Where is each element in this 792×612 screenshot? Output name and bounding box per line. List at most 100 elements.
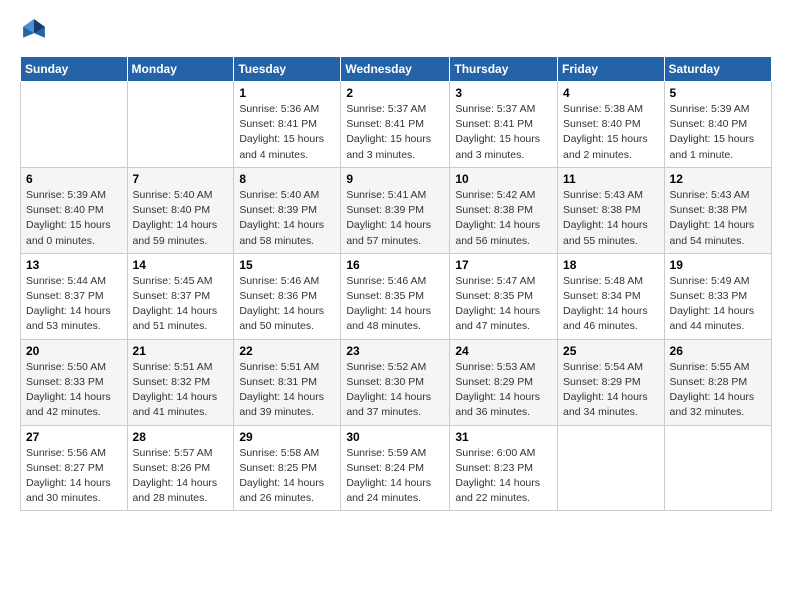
calendar-cell: 26 Sunrise: 5:55 AM Sunset: 8:28 PM Dayli… — [664, 339, 771, 425]
day-info: Sunrise: 5:55 AM Sunset: 8:28 PM Dayligh… — [670, 360, 766, 421]
calendar-cell: 23Sunrise: 5:52 AM Sunset: 8:30 PM Dayli… — [341, 339, 450, 425]
day-info: Sunrise: 5:57 AM Sunset: 8:26 PM Dayligh… — [133, 446, 229, 507]
day-number: 15 — [239, 258, 335, 272]
calendar-week-row: 27 Sunrise: 5:56 AM Sunset: 8:27 PM Dayli… — [21, 425, 772, 511]
calendar-cell — [664, 425, 771, 511]
day-info: Sunrise: 5:52 AM Sunset: 8:30 PM Dayligh… — [346, 360, 444, 421]
day-info: Sunrise: 6:00 AM Sunset: 8:23 PM Dayligh… — [455, 446, 552, 507]
calendar-cell: 10 Sunrise: 5:42 AM Sunset: 8:38 PM Dayli… — [450, 167, 558, 253]
calendar-cell: 3Sunrise: 5:37 AM Sunset: 8:41 PM Daylig… — [450, 82, 558, 168]
day-info: Sunrise: 5:41 AM Sunset: 8:39 PM Dayligh… — [346, 188, 444, 249]
calendar-cell: 19Sunrise: 5:49 AM Sunset: 8:33 PM Dayli… — [664, 253, 771, 339]
day-info: Sunrise: 5:45 AM Sunset: 8:37 PM Dayligh… — [133, 274, 229, 335]
day-number: 29 — [239, 430, 335, 444]
calendar-cell: 12 Sunrise: 5:43 AM Sunset: 8:38 PM Dayli… — [664, 167, 771, 253]
day-info: Sunrise: 5:51 AM Sunset: 8:32 PM Dayligh… — [133, 360, 229, 421]
calendar-cell: 17 Sunrise: 5:47 AM Sunset: 8:35 PM Dayli… — [450, 253, 558, 339]
day-info: Sunrise: 5:56 AM Sunset: 8:27 PM Dayligh… — [26, 446, 122, 507]
calendar-cell: 6Sunrise: 5:39 AM Sunset: 8:40 PM Daylig… — [21, 167, 128, 253]
day-header-wednesday: Wednesday — [341, 57, 450, 82]
day-header-saturday: Saturday — [664, 57, 771, 82]
day-info: Sunrise: 5:46 AM Sunset: 8:36 PM Dayligh… — [239, 274, 335, 335]
calendar-cell: 30 Sunrise: 5:59 AM Sunset: 8:24 PM Dayli… — [341, 425, 450, 511]
calendar-week-row: 13 Sunrise: 5:44 AM Sunset: 8:37 PM Dayli… — [21, 253, 772, 339]
logo-icon — [20, 16, 48, 44]
calendar-cell: 13 Sunrise: 5:44 AM Sunset: 8:37 PM Dayli… — [21, 253, 128, 339]
day-info: Sunrise: 5:59 AM Sunset: 8:24 PM Dayligh… — [346, 446, 444, 507]
day-info: Sunrise: 5:40 AM Sunset: 8:40 PM Dayligh… — [133, 188, 229, 249]
day-info: Sunrise: 5:38 AM Sunset: 8:40 PM Dayligh… — [563, 102, 659, 163]
calendar-cell: 20 Sunrise: 5:50 AM Sunset: 8:33 PM Dayli… — [21, 339, 128, 425]
calendar-cell: 7 Sunrise: 5:40 AM Sunset: 8:40 PM Daylig… — [127, 167, 234, 253]
day-info: Sunrise: 5:36 AM Sunset: 8:41 PM Dayligh… — [239, 102, 335, 163]
day-info: Sunrise: 5:37 AM Sunset: 8:41 PM Dayligh… — [346, 102, 444, 163]
day-header-tuesday: Tuesday — [234, 57, 341, 82]
day-number: 9 — [346, 172, 444, 186]
page: SundayMondayTuesdayWednesdayThursdayFrid… — [0, 0, 792, 612]
day-number: 14 — [133, 258, 229, 272]
calendar-week-row: 6Sunrise: 5:39 AM Sunset: 8:40 PM Daylig… — [21, 167, 772, 253]
day-number: 30 — [346, 430, 444, 444]
calendar-cell: 8 Sunrise: 5:40 AM Sunset: 8:39 PM Daylig… — [234, 167, 341, 253]
day-number: 6 — [26, 172, 122, 186]
day-number: 18 — [563, 258, 659, 272]
day-number: 28 — [133, 430, 229, 444]
day-number: 1 — [239, 86, 335, 100]
calendar-cell: 5Sunrise: 5:39 AM Sunset: 8:40 PM Daylig… — [664, 82, 771, 168]
calendar-week-row: 1 Sunrise: 5:36 AM Sunset: 8:41 PM Daylig… — [21, 82, 772, 168]
day-number: 7 — [133, 172, 229, 186]
day-header-sunday: Sunday — [21, 57, 128, 82]
calendar-cell: 25 Sunrise: 5:54 AM Sunset: 8:29 PM Dayli… — [558, 339, 665, 425]
day-info: Sunrise: 5:40 AM Sunset: 8:39 PM Dayligh… — [239, 188, 335, 249]
day-info: Sunrise: 5:51 AM Sunset: 8:31 PM Dayligh… — [239, 360, 335, 421]
calendar-header-row: SundayMondayTuesdayWednesdayThursdayFrid… — [21, 57, 772, 82]
day-number: 5 — [670, 86, 766, 100]
day-number: 27 — [26, 430, 122, 444]
day-number: 22 — [239, 344, 335, 358]
calendar-cell — [558, 425, 665, 511]
day-number: 26 — [670, 344, 766, 358]
calendar-cell: 11Sunrise: 5:43 AM Sunset: 8:38 PM Dayli… — [558, 167, 665, 253]
calendar-cell: 27 Sunrise: 5:56 AM Sunset: 8:27 PM Dayli… — [21, 425, 128, 511]
day-number: 10 — [455, 172, 552, 186]
day-number: 12 — [670, 172, 766, 186]
day-number: 17 — [455, 258, 552, 272]
day-number: 20 — [26, 344, 122, 358]
calendar-cell: 4 Sunrise: 5:38 AM Sunset: 8:40 PM Daylig… — [558, 82, 665, 168]
day-info: Sunrise: 5:37 AM Sunset: 8:41 PM Dayligh… — [455, 102, 552, 163]
calendar-cell: 14 Sunrise: 5:45 AM Sunset: 8:37 PM Dayli… — [127, 253, 234, 339]
day-number: 21 — [133, 344, 229, 358]
day-number: 25 — [563, 344, 659, 358]
day-info: Sunrise: 5:42 AM Sunset: 8:38 PM Dayligh… — [455, 188, 552, 249]
calendar-cell: 2 Sunrise: 5:37 AM Sunset: 8:41 PM Daylig… — [341, 82, 450, 168]
day-info: Sunrise: 5:48 AM Sunset: 8:34 PM Dayligh… — [563, 274, 659, 335]
day-number: 13 — [26, 258, 122, 272]
day-header-monday: Monday — [127, 57, 234, 82]
day-info: Sunrise: 5:49 AM Sunset: 8:33 PM Dayligh… — [670, 274, 766, 335]
calendar-cell: 1 Sunrise: 5:36 AM Sunset: 8:41 PM Daylig… — [234, 82, 341, 168]
day-info: Sunrise: 5:43 AM Sunset: 8:38 PM Dayligh… — [670, 188, 766, 249]
calendar-cell: 28 Sunrise: 5:57 AM Sunset: 8:26 PM Dayli… — [127, 425, 234, 511]
day-number: 8 — [239, 172, 335, 186]
day-number: 16 — [346, 258, 444, 272]
day-number: 4 — [563, 86, 659, 100]
day-header-thursday: Thursday — [450, 57, 558, 82]
logo — [20, 16, 52, 44]
calendar-cell — [21, 82, 128, 168]
day-number: 2 — [346, 86, 444, 100]
calendar-cell: 24Sunrise: 5:53 AM Sunset: 8:29 PM Dayli… — [450, 339, 558, 425]
day-header-friday: Friday — [558, 57, 665, 82]
calendar-cell: 31 Sunrise: 6:00 AM Sunset: 8:23 PM Dayli… — [450, 425, 558, 511]
day-info: Sunrise: 5:58 AM Sunset: 8:25 PM Dayligh… — [239, 446, 335, 507]
day-info: Sunrise: 5:47 AM Sunset: 8:35 PM Dayligh… — [455, 274, 552, 335]
calendar-cell: 29 Sunrise: 5:58 AM Sunset: 8:25 PM Dayli… — [234, 425, 341, 511]
day-number: 31 — [455, 430, 552, 444]
calendar-cell: 18 Sunrise: 5:48 AM Sunset: 8:34 PM Dayli… — [558, 253, 665, 339]
day-info: Sunrise: 5:54 AM Sunset: 8:29 PM Dayligh… — [563, 360, 659, 421]
day-info: Sunrise: 5:43 AM Sunset: 8:38 PM Dayligh… — [563, 188, 659, 249]
day-info: Sunrise: 5:44 AM Sunset: 8:37 PM Dayligh… — [26, 274, 122, 335]
day-info: Sunrise: 5:50 AM Sunset: 8:33 PM Dayligh… — [26, 360, 122, 421]
header — [20, 16, 772, 44]
calendar-cell: 21 Sunrise: 5:51 AM Sunset: 8:32 PM Dayli… — [127, 339, 234, 425]
calendar-table: SundayMondayTuesdayWednesdayThursdayFrid… — [20, 56, 772, 511]
